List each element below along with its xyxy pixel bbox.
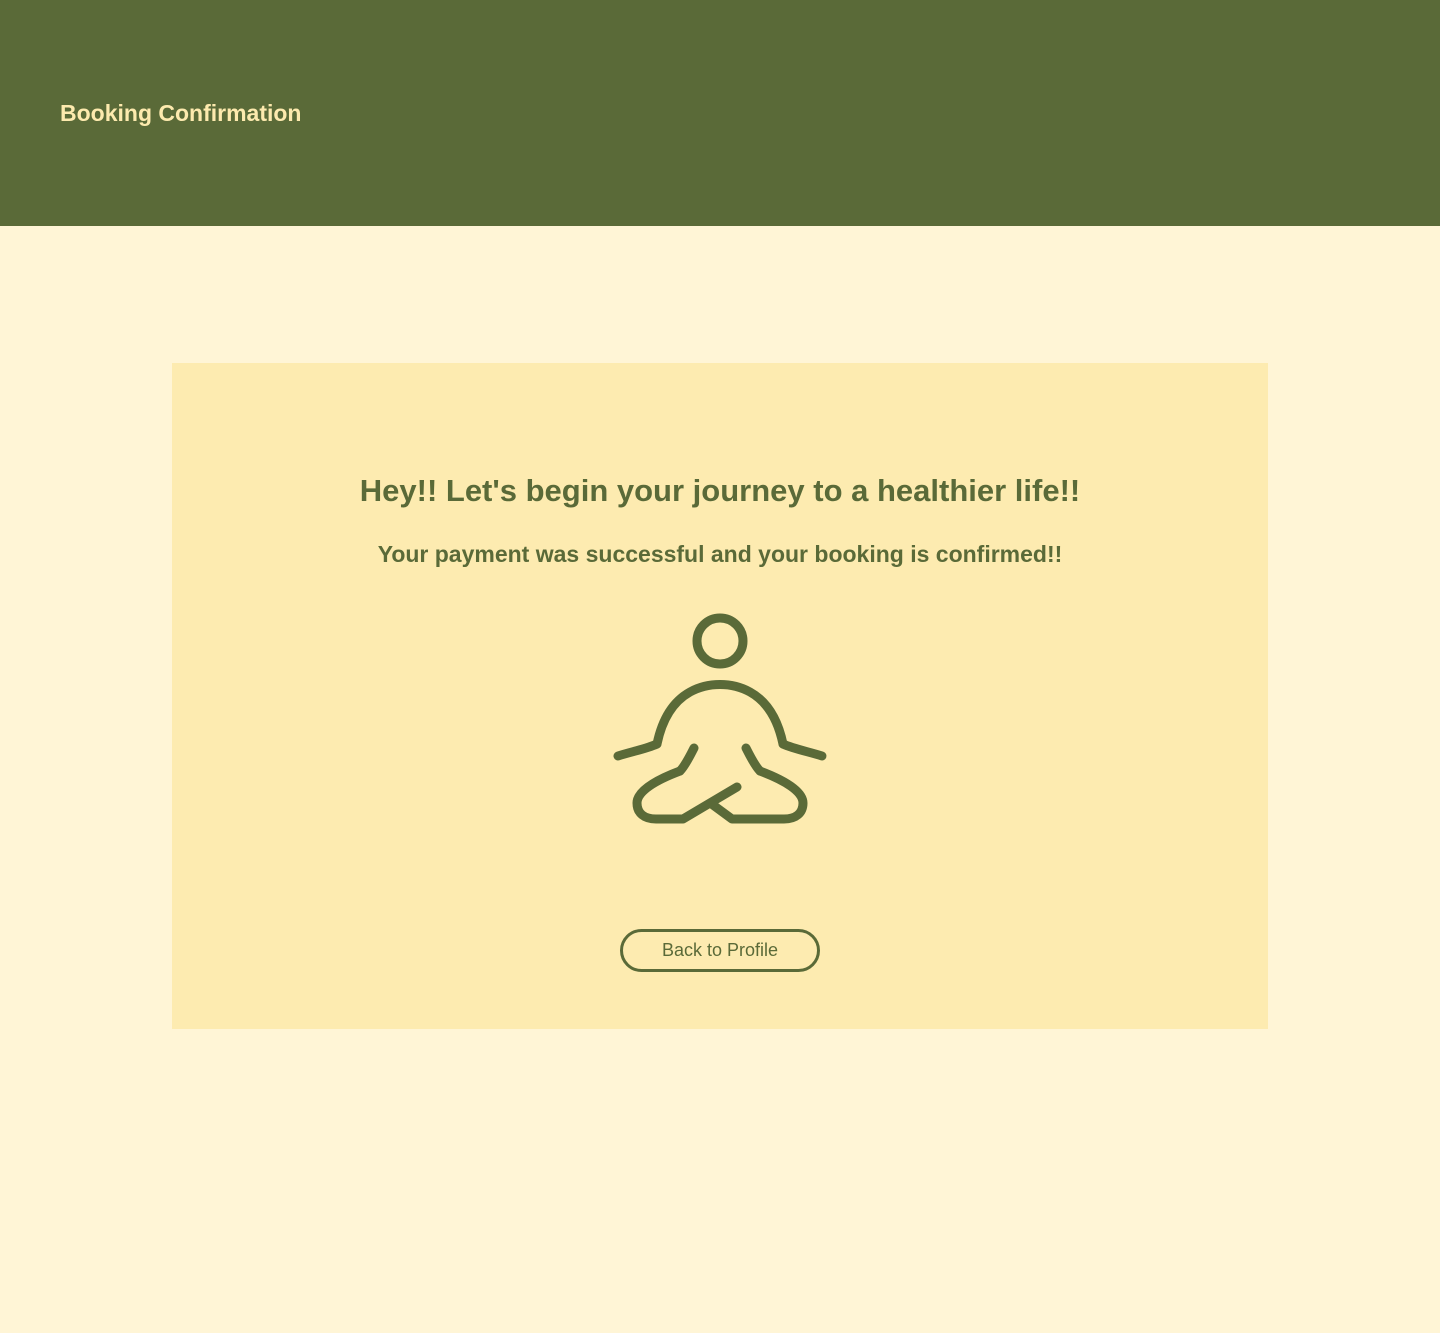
- page-title: Booking Confirmation: [60, 100, 302, 126]
- confirmation-card: Hey!! Let's begin your journey to a heal…: [172, 363, 1268, 1029]
- meditation-icon: [613, 613, 827, 824]
- page-header: Booking Confirmation: [0, 0, 1440, 226]
- confirmation-message: Your payment was successful and your boo…: [377, 541, 1063, 567]
- confirmation-heading: Hey!! Let's begin your journey to a heal…: [359, 473, 1081, 508]
- back-to-profile-button[interactable]: Back to Profile: [620, 929, 820, 972]
